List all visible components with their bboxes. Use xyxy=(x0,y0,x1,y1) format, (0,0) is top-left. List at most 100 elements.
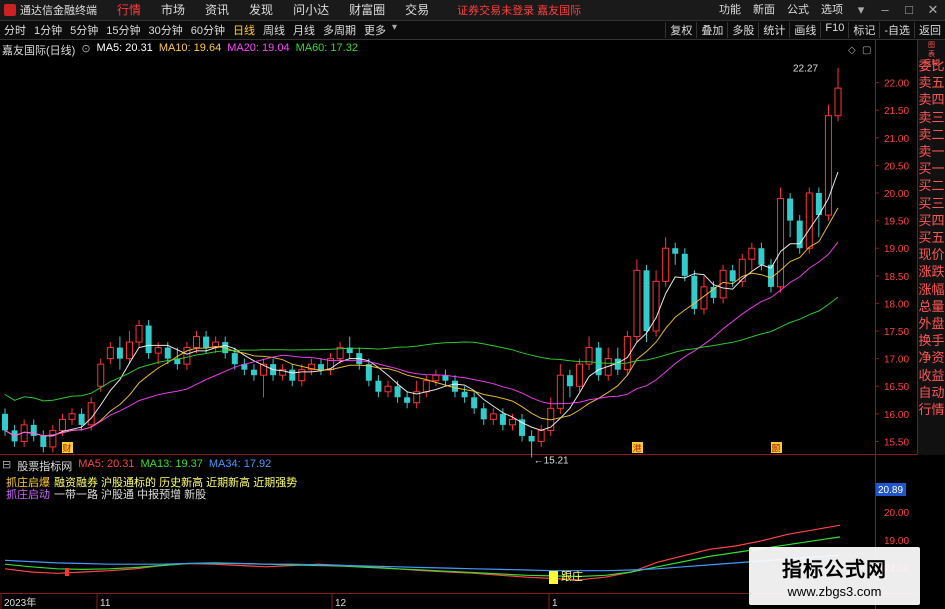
maximize-icon[interactable]: □ xyxy=(897,2,921,18)
side-item-13[interactable]: 涨幅 xyxy=(918,281,945,298)
period-tab-10[interactable]: 更多 xyxy=(360,22,390,38)
ma-label-2: MA20: 19.04 xyxy=(227,42,290,54)
candle-body-down xyxy=(461,391,468,398)
side-item-17[interactable]: 净资 xyxy=(918,349,945,366)
main-chart-info: 嘉友国际(日线) ⊙ MA5: 20.31 MA10: 19.64 MA20: 19… xyxy=(2,42,358,58)
sub-line-MA5 xyxy=(4,524,841,581)
side-item-1[interactable]: 卖五 xyxy=(918,74,945,91)
period-tab-3[interactable]: 15分钟 xyxy=(102,22,144,38)
period-tab-8[interactable]: 月线 xyxy=(289,22,319,38)
side-item-9[interactable]: 买四 xyxy=(918,212,945,229)
menu-right-item-1[interactable]: 新面 xyxy=(747,0,781,21)
kline-chart[interactable]: 22.00 21.50 21.00 20.50 20.00 19.50 19.00 18.50… xyxy=(0,40,917,609)
tool-button-1[interactable]: 叠加 xyxy=(696,22,727,38)
watermark-url: www.zbgs3.com xyxy=(787,584,882,599)
sub-collapse-icon[interactable]: ⊟ xyxy=(2,458,11,474)
candle-body-down xyxy=(452,380,459,392)
follow-marker-label: 跟庄 xyxy=(561,569,583,583)
menu-item-5[interactable]: 财富圈 xyxy=(339,0,395,21)
dropdown-icon[interactable]: ▾ xyxy=(849,2,873,18)
candle-body-down xyxy=(164,347,171,359)
period-tab-2[interactable]: 5分钟 xyxy=(66,22,102,38)
candle-body-down xyxy=(404,397,411,403)
settings-gear-icon[interactable]: ⊙ xyxy=(81,42,90,58)
side-item-14[interactable]: 总量 xyxy=(918,298,945,315)
y-tick-label: 21.50 xyxy=(884,106,909,117)
minimize-icon[interactable]: – xyxy=(873,2,897,18)
y-tick-label: 19.50 xyxy=(884,217,909,228)
period-tab-6[interactable]: 日线 xyxy=(229,22,259,38)
side-item-20[interactable]: 行情 xyxy=(918,401,945,418)
side-item-10[interactable]: 买五 xyxy=(918,229,945,246)
event-marker-label: 财 xyxy=(63,443,72,455)
menu-item-1[interactable]: 市场 xyxy=(151,0,195,21)
diamond-icon[interactable]: ◇ xyxy=(848,45,856,56)
period-tab-7[interactable]: 周线 xyxy=(259,22,289,38)
side-item-16[interactable]: 换手 xyxy=(918,332,945,349)
side-item-2[interactable]: 卖四 xyxy=(918,91,945,108)
period-tab-0[interactable]: 分时 xyxy=(0,22,30,38)
legend-qidong: 抓庄启动 xyxy=(6,489,50,501)
candle-body-down xyxy=(787,198,794,221)
expand-icon[interactable]: ▢ xyxy=(862,45,871,56)
side-item-0[interactable]: 委比 xyxy=(918,57,945,74)
sub-ma-label-2: MA34: 17.92 xyxy=(208,458,272,470)
menu-item-4[interactable]: 问小达 xyxy=(283,0,339,21)
tool-button-6[interactable]: 标记 xyxy=(848,22,879,38)
side-item-8[interactable]: 买三 xyxy=(918,195,945,212)
follow-marker[interactable] xyxy=(549,571,558,584)
period-tab-5[interactable]: 60分钟 xyxy=(187,22,229,38)
menu-item-0[interactable]: 行情 xyxy=(107,0,151,21)
side-item-4[interactable]: 卖二 xyxy=(918,126,945,143)
period-tab-1[interactable]: 1分钟 xyxy=(30,22,66,38)
candle-body-up xyxy=(748,247,756,260)
login-notice[interactable]: 证券交易未登录 嘉友国际 xyxy=(457,2,581,18)
tool-button-7[interactable]: -自选 xyxy=(879,22,914,38)
watermark-banner: 指标公式网 www.zbgs3.com xyxy=(749,547,920,605)
candle-body-up xyxy=(432,374,440,382)
close-icon[interactable]: ✕ xyxy=(921,2,945,18)
side-item-12[interactable]: 涨跌 xyxy=(918,263,945,280)
menu-right-item-2[interactable]: 公式 xyxy=(781,0,815,21)
candle-body-down xyxy=(681,253,688,276)
y-tick-label: 15.50 xyxy=(884,437,909,448)
y-tick-label: 16.50 xyxy=(884,382,909,393)
more-chevron-icon[interactable]: ▾ xyxy=(390,22,397,38)
side-item-15[interactable]: 外盘 xyxy=(918,315,945,332)
candle-body-up xyxy=(489,413,497,420)
menu-right-items: 功能 新面 公式 选项 xyxy=(713,0,849,21)
side-items: 委比 卖五 卖四 卖三 卖二 卖一 买一 买二 买三 买四 买五 现价 涨跌 涨幅 总量 外盘 换手 净资 收益 自动… xyxy=(918,57,945,418)
side-item-18[interactable]: 收益 xyxy=(918,367,945,384)
tool-button-0[interactable]: 复权 xyxy=(665,22,696,38)
menu-right-item-3[interactable]: 选项 xyxy=(815,0,849,21)
stock-title: 嘉友国际(日线) xyxy=(2,45,76,57)
side-item-3[interactable]: 卖三 xyxy=(918,109,945,126)
app-title-text: 通达信金融终端 xyxy=(20,5,97,17)
tool-button-5[interactable]: F10 xyxy=(820,22,848,38)
period-tab-9[interactable]: 多周期 xyxy=(319,22,360,38)
side-item-5[interactable]: 卖一 xyxy=(918,143,945,160)
tool-button-3[interactable]: 统计 xyxy=(758,22,789,38)
menu-item-3[interactable]: 发现 xyxy=(239,0,283,21)
menu-item-2[interactable]: 资讯 xyxy=(195,0,239,21)
side-item-19[interactable]: 自动 xyxy=(918,384,945,401)
sub-ma-label-1: MA13: 19.37 xyxy=(140,458,203,470)
menu-right-item-0[interactable]: 功能 xyxy=(713,0,747,21)
low-label: ←15.21 xyxy=(534,455,569,466)
y-tick-label: 21.00 xyxy=(884,134,909,145)
tool-button-2[interactable]: 多股 xyxy=(727,22,758,38)
candle-body-down xyxy=(499,413,506,425)
ma-labels: MA5: 20.31 MA10: 19.64 MA20: 19.04 MA60: 17… xyxy=(97,42,358,58)
tool-button-8[interactable]: 返回 xyxy=(914,22,945,38)
watermark-title: 指标公式网 xyxy=(782,559,887,581)
x-tick-label: 12 xyxy=(335,598,347,609)
candle-body-up xyxy=(834,87,842,117)
side-item-6[interactable]: 买一 xyxy=(918,160,945,177)
side-item-11[interactable]: 现价 xyxy=(918,246,945,263)
side-panel-header[interactable]: 图表区域 xyxy=(918,40,945,67)
indicator-title[interactable]: 股票指标网 xyxy=(17,458,72,474)
tool-button-4[interactable]: 画线 xyxy=(789,22,820,38)
side-item-7[interactable]: 买二 xyxy=(918,177,945,194)
menu-item-6[interactable]: 交易 xyxy=(395,0,439,21)
period-tab-4[interactable]: 30分钟 xyxy=(145,22,187,38)
